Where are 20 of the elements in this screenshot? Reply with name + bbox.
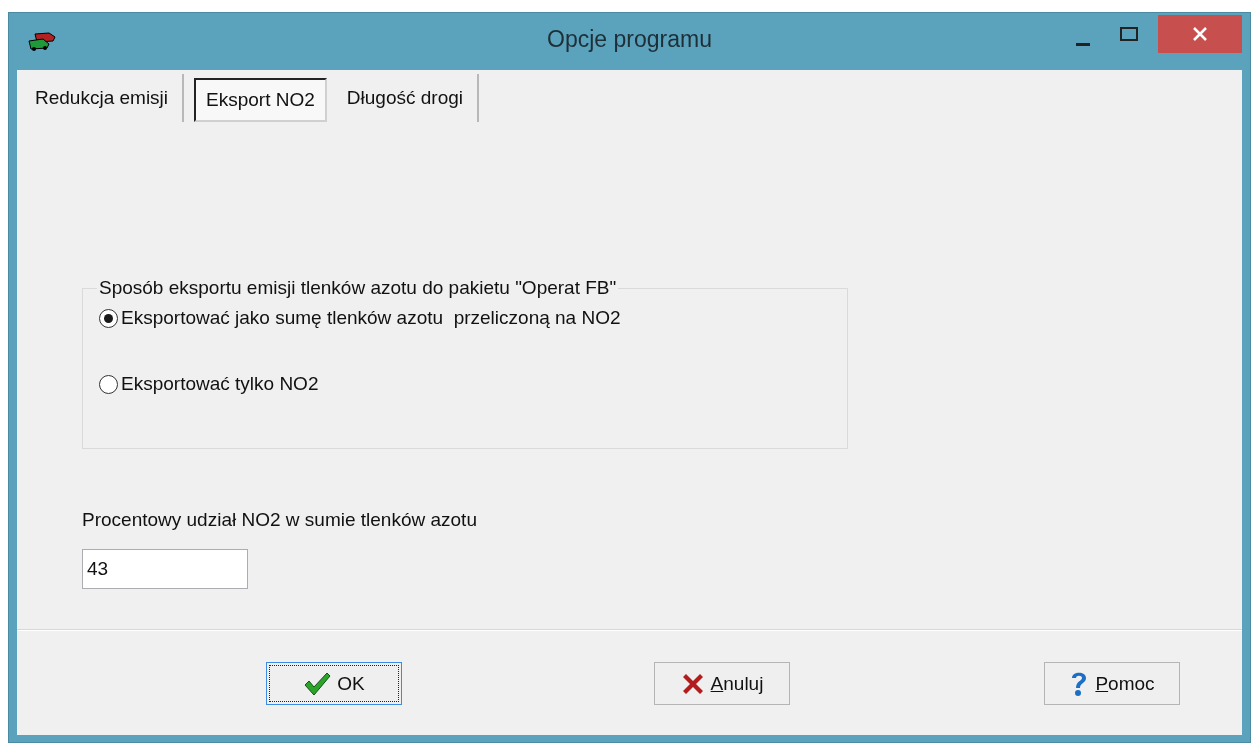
minimize-icon: [1076, 42, 1090, 46]
close-icon: [1193, 27, 1207, 41]
radio-label[interactable]: Eksportować tylko NO2: [121, 373, 319, 395]
tab[interactable]: Redukcja emisji: [21, 74, 185, 122]
tab[interactable]: Eksport NO2: [194, 78, 327, 122]
radio-label[interactable]: Eksportować jako sumę tlenków azotu przeliczoną na NO2: [121, 307, 621, 329]
maximize-icon: [1120, 27, 1138, 41]
window-title: Opcje programu: [547, 26, 712, 53]
cancel-button[interactable]: Anuluj: [654, 662, 790, 705]
input-field[interactable]: 43: [82, 549, 248, 589]
field-label: Procentowy udział NO2 w sumie tlenków azotu: [82, 509, 478, 531]
tab[interactable]: Długość drogi: [332, 74, 479, 122]
car-icon: [27, 31, 57, 52]
ok-button[interactable]: OK: [266, 662, 402, 705]
radio-button[interactable]: [99, 374, 118, 394]
radio-button[interactable]: [99, 308, 118, 328]
help-button[interactable]: Pomoc: [1044, 662, 1180, 705]
checkmark-icon: [303, 670, 332, 697]
group-legend: Sposób eksportu emisji tlenków azotu do pakietu "Operat FB": [97, 277, 619, 299]
close-button[interactable]: [1158, 15, 1242, 53]
